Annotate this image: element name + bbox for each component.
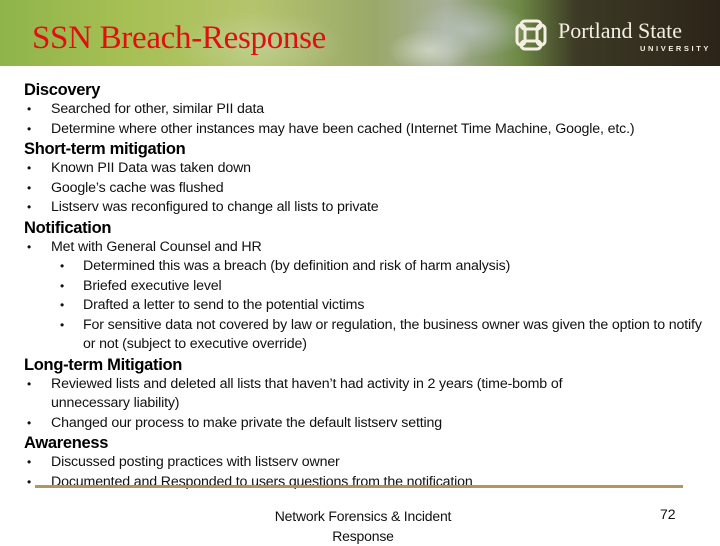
list-item-text: Listserv was reconfigured to change all … [51,199,379,215]
page-number: 72 [660,506,676,522]
list-item-text: Google’s cache was flushed [51,179,224,196]
university-logo: Portland State UNIVERSITY [512,14,712,54]
list-item-text: Known PII Data was taken down [51,160,251,176]
bullet-icon: • [60,298,65,312]
list-item-text: Discussed posting practices with listser… [51,454,340,470]
list-item-text: Changed our process to make private the … [51,414,443,431]
list-item-text: Determine where other instances may have… [51,120,635,137]
list-item: • Known PII Data was taken down [24,159,704,179]
bullet-icon: • [60,278,65,293]
section-short-term-mitigation: Short-term mitigation • Known PII Data wa… [24,139,704,218]
list-item: • Discussed posting practices with listse… [24,453,704,473]
logo-name: Portland State [558,18,683,43]
list-item: • Determine where other instances may hav… [24,120,704,140]
section-notification: Notification • Met with General Counsel a… [24,218,704,355]
bullet-icon: • [27,200,32,214]
footer-title: Network Forensics & Incident Response [274,508,452,544]
bullet-list: • Known PII Data was taken down • Google’s… [24,159,704,218]
list-subitem: • For sensitive data not covered by law o… [24,316,704,355]
list-subitem: • Briefed executive level [24,277,704,297]
section-heading: Awareness [24,434,109,452]
header-banner: SSN Breach-Response Portland State UNIVE… [0,0,720,66]
bullet-icon: • [27,180,32,195]
section-heading: Long-term Mitigation [24,355,183,374]
list-item-text: Met with General Counsel and HR [51,238,262,255]
list-item-text: Reviewed lists and deleted all lists tha… [51,375,563,412]
section-awareness: Awareness • Discussed posting practices w… [24,433,704,492]
list-subitem: • Determined this was a breach (by defini… [24,257,704,277]
section-heading: Notification [24,218,112,237]
list-item-text: Briefed executive level [83,277,222,294]
list-item-text: Determined this was a breach (by definit… [83,258,511,274]
list-item: • Searched for other, similar PII data [24,100,704,120]
logo-subtitle: UNIVERSITY [640,44,712,53]
section-heading: Short-term mitigation [24,140,186,158]
slide-title: SSN Breach-Response [32,20,327,56]
bullet-icon: • [60,317,65,332]
section-heading: Discovery [24,81,101,99]
list-item: • Reviewed lists and deleted all lists th… [24,375,584,414]
list-item: • Google’s cache was flushed [24,179,704,199]
bullet-icon: • [27,376,32,391]
bullet-icon: • [27,161,32,175]
bullet-icon: • [27,121,32,136]
bullet-icon: • [27,474,32,489]
list-item-text: For sensitive data not covered by law or… [83,316,702,353]
bullet-list: • Searched for other, similar PII data • D… [24,100,704,139]
list-item: • Listserv was reconfigured to change all… [24,198,704,218]
psu-knot-icon [515,19,547,51]
list-item-text: Drafted a letter to send to the potentia… [83,297,365,313]
section-discovery: Discovery • Searched for other, similar P… [24,80,704,139]
list-item: • Changed our process to make private the… [24,414,584,434]
list-item: • Met with General Counsel and HR [24,238,704,258]
list-subitem: • Drafted a letter to send to the potenti… [24,296,704,316]
section-long-term-mitigation: Long-term Mitigation • Reviewed lists and… [24,355,704,434]
bullet-icon: • [27,415,32,430]
bullet-list: • Reviewed lists and deleted all lists th… [24,375,584,434]
bullet-icon: • [27,239,32,254]
bullet-icon: • [60,259,65,273]
slide-body: Discovery • Searched for other, similar P… [24,80,704,492]
bullet-icon: • [27,455,32,469]
footer-divider [35,485,683,488]
bullet-icon: • [27,102,32,116]
list-item: • Documented and Responded to users quest… [24,473,704,493]
bullet-list: • Met with General Counsel and HR • Determ… [24,238,704,355]
list-item-text: Searched for other, similar PII data [51,101,265,117]
